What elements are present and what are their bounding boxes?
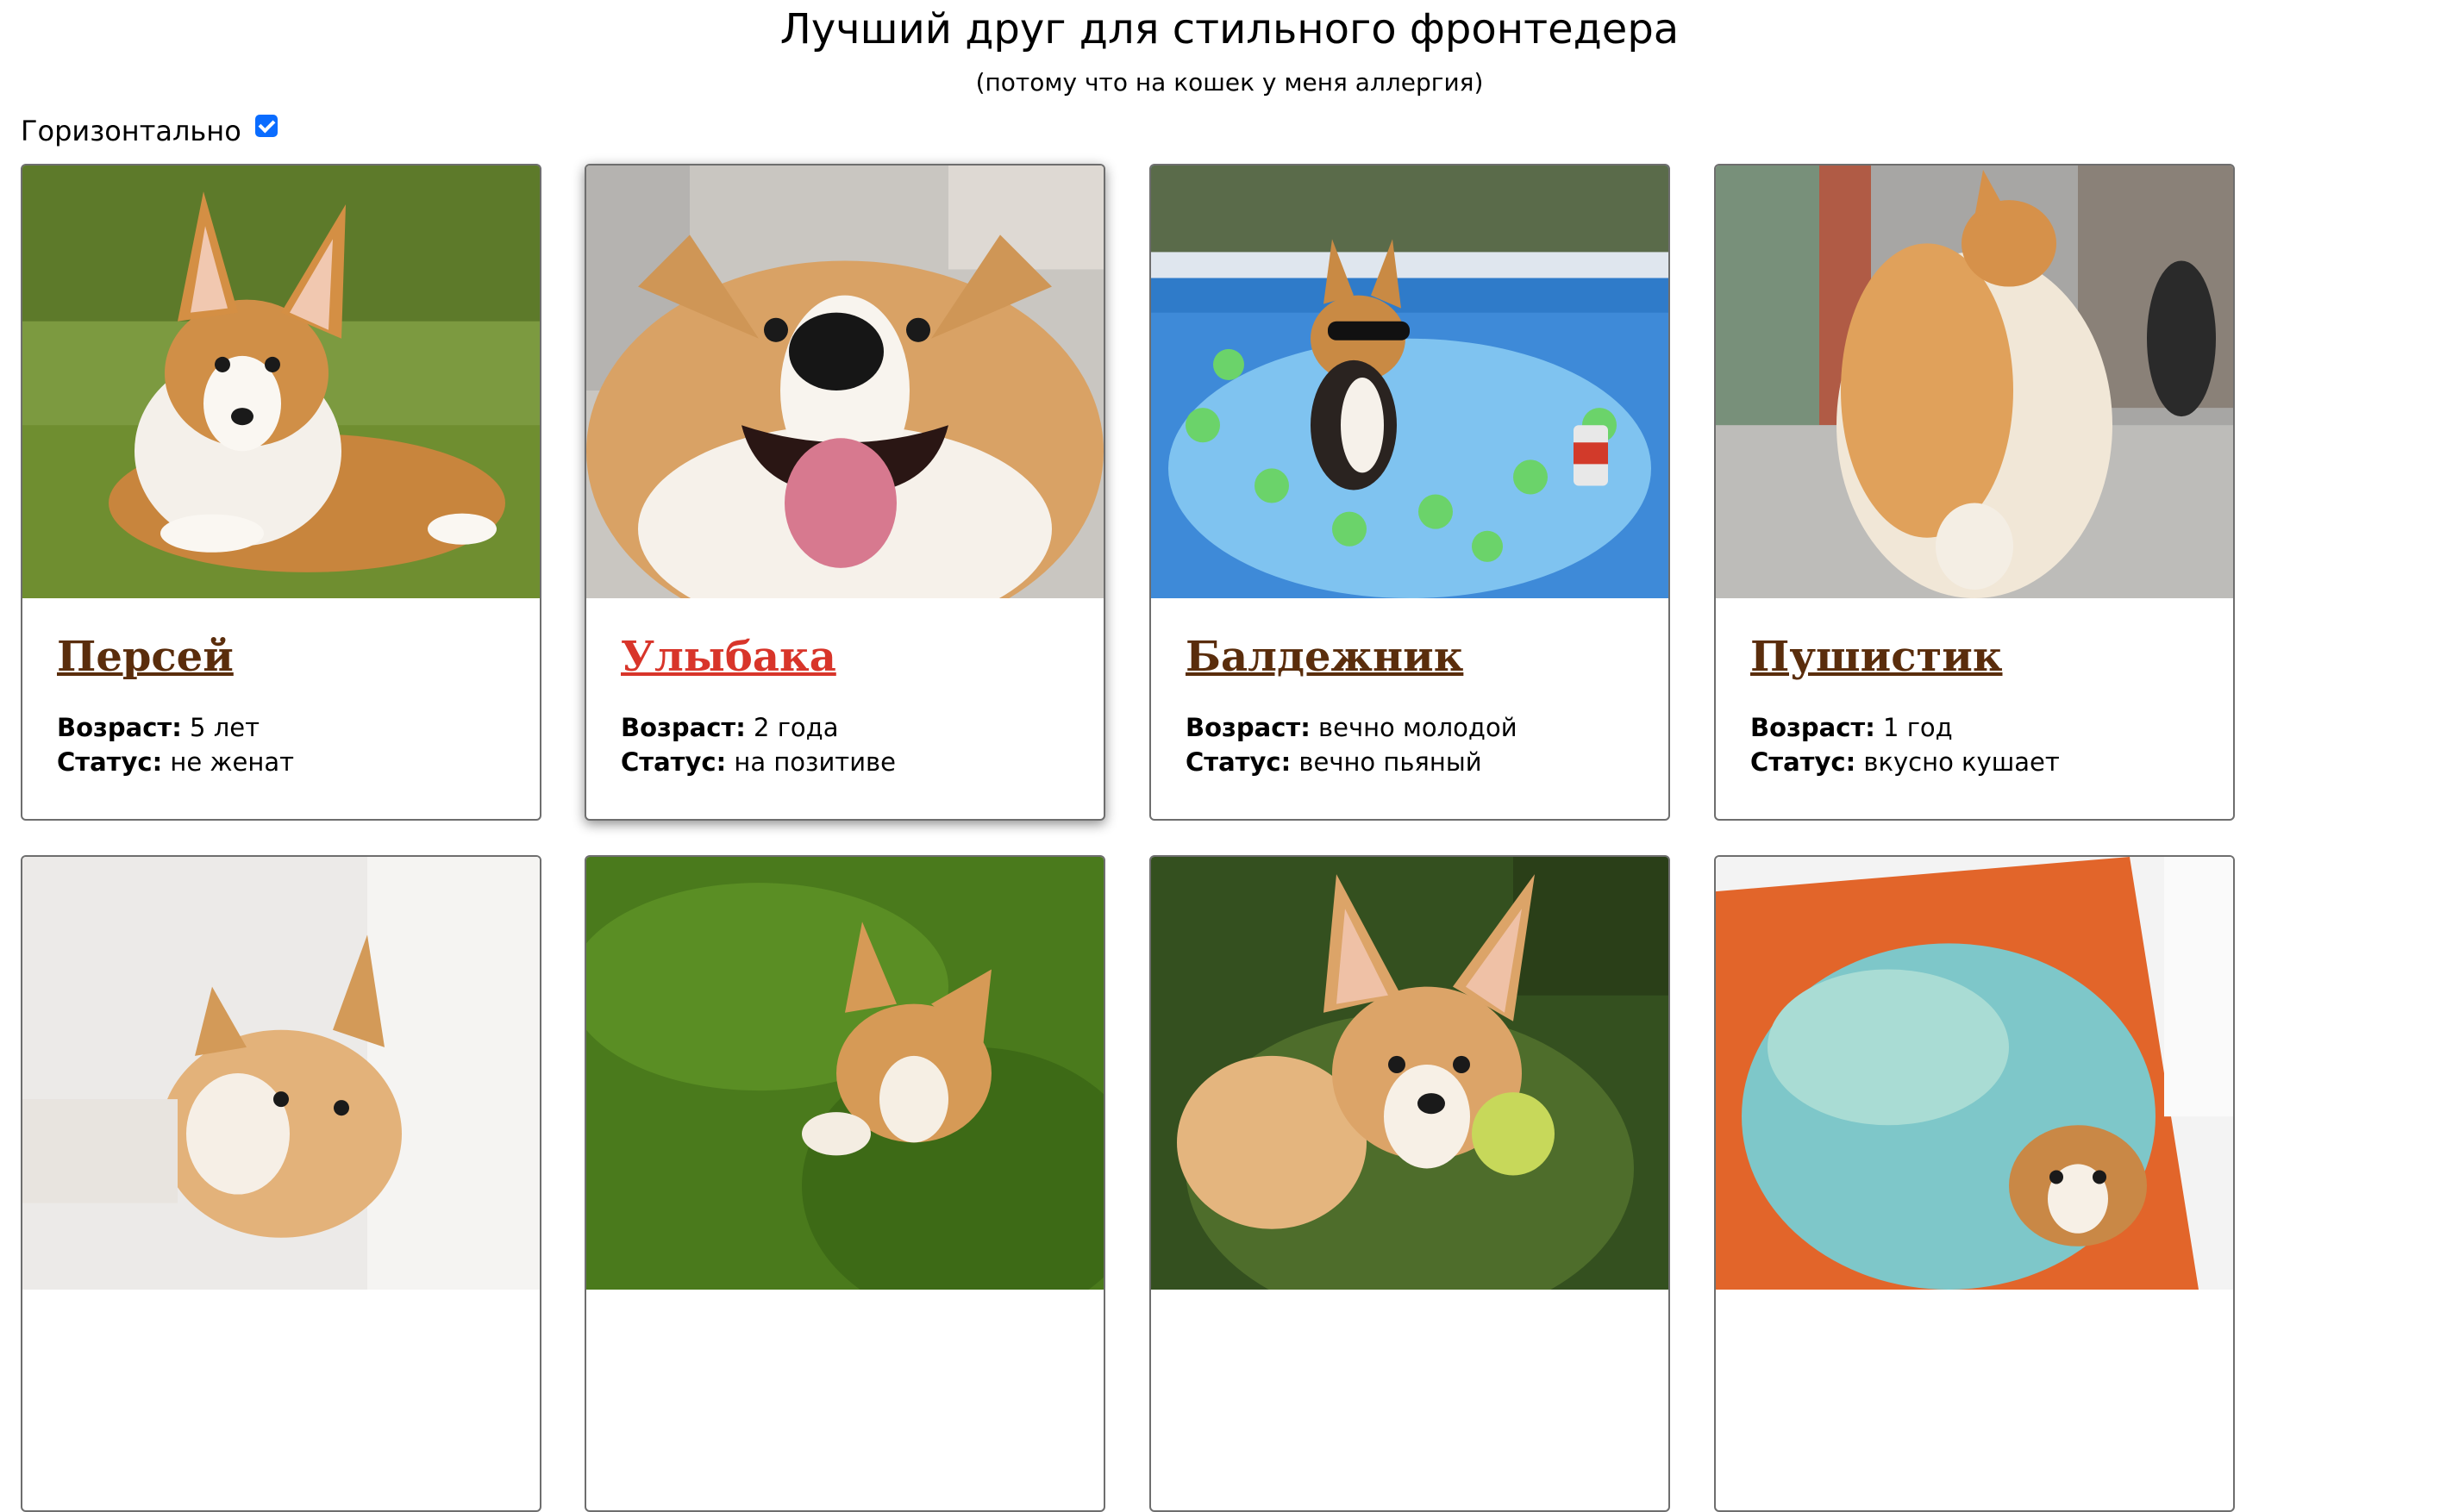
dog-photo <box>1716 857 2233 1290</box>
dog-card[interactable] <box>21 855 541 1512</box>
dog-name-link[interactable] <box>1186 1290 1651 1324</box>
dog-info: Возраст: вечно молодой Статус: вечно пья… <box>1186 710 1651 779</box>
dog-photo <box>1716 166 2233 598</box>
dog-card-body: Улыбака Возраст: 2 года Статус: на позит… <box>621 598 1086 779</box>
dog-card[interactable]: Пушистик Возраст: 1 год Статус: вкусно к… <box>1714 164 2235 821</box>
status-label: Статус: <box>57 747 163 777</box>
status-label: Статус: <box>1186 747 1292 777</box>
dog-name-link[interactable] <box>1750 1290 2216 1324</box>
dog-age-row: Возраст: 5 лет <box>57 710 522 745</box>
dog-age: 5 лет <box>190 713 260 742</box>
dog-photo <box>22 166 540 598</box>
dog-status: вечно пьяный <box>1298 747 1482 777</box>
age-label: Возраст: <box>621 713 746 742</box>
dog-card-body <box>57 1290 522 1324</box>
dog-card-body: Балдежник Возраст: вечно молодой Статус:… <box>1186 598 1651 779</box>
dog-name-link[interactable]: Персей <box>57 598 522 681</box>
dog-photo <box>586 166 1104 598</box>
dog-name-link[interactable]: Пушистик <box>1750 598 2216 681</box>
dog-info: Возраст: 1 год Статус: вкусно кушает <box>1750 710 2216 779</box>
dog-card[interactable] <box>585 855 1105 1512</box>
dog-card-body: Персей Возраст: 5 лет Статус: не женат <box>57 598 522 779</box>
dog-status: на позитиве <box>734 747 896 777</box>
dog-age: вечно молодой <box>1318 713 1517 742</box>
status-label: Статус: <box>621 747 727 777</box>
dog-card-body <box>1750 1290 2216 1324</box>
dog-card[interactable] <box>1149 855 1670 1512</box>
dog-age-row: Возраст: 2 года <box>621 710 1086 745</box>
dog-card-body <box>1186 1290 1651 1324</box>
dog-card[interactable]: Персей Возраст: 5 лет Статус: не женат <box>21 164 541 821</box>
age-label: Возраст: <box>1750 713 1875 742</box>
dog-status: не женат <box>170 747 295 777</box>
age-label: Возраст: <box>1186 713 1311 742</box>
dog-info: Возраст: 5 лет Статус: не женат <box>57 710 522 779</box>
dog-photo <box>1151 857 1668 1290</box>
dog-status-row: Статус: не женат <box>57 745 522 779</box>
dog-card-grid: Персей Возраст: 5 лет Статус: не женат У… <box>0 0 2459 1512</box>
dog-status-row: Статус: вкусно кушает <box>1750 745 2216 779</box>
dog-name-link[interactable]: Балдежник <box>1186 598 1651 681</box>
dog-photo <box>22 857 540 1290</box>
dog-photo <box>1151 166 1668 598</box>
dog-card-body: Пушистик Возраст: 1 год Статус: вкусно к… <box>1750 598 2216 779</box>
dog-card-body <box>621 1290 1086 1324</box>
dog-photo <box>586 857 1104 1290</box>
dog-name-link[interactable] <box>621 1290 1086 1324</box>
dog-card[interactable]: Балдежник Возраст: вечно молодой Статус:… <box>1149 164 1670 821</box>
dog-age: 1 год <box>1883 713 1953 742</box>
dog-info: Возраст: 2 года Статус: на позитиве <box>621 710 1086 779</box>
dog-name-link[interactable]: Улыбака <box>621 598 1086 681</box>
dog-age: 2 года <box>754 713 839 742</box>
dog-status: вкусно кушает <box>1863 747 2060 777</box>
dog-status-row: Статус: вечно пьяный <box>1186 745 1651 779</box>
dog-name-link[interactable] <box>57 1290 522 1324</box>
dog-card[interactable]: Улыбака Возраст: 2 года Статус: на позит… <box>585 164 1105 821</box>
age-label: Возраст: <box>57 713 182 742</box>
dog-status-row: Статус: на позитиве <box>621 745 1086 779</box>
dog-age-row: Возраст: вечно молодой <box>1186 710 1651 745</box>
dog-age-row: Возраст: 1 год <box>1750 710 2216 745</box>
status-label: Статус: <box>1750 747 1856 777</box>
dog-card[interactable] <box>1714 855 2235 1512</box>
